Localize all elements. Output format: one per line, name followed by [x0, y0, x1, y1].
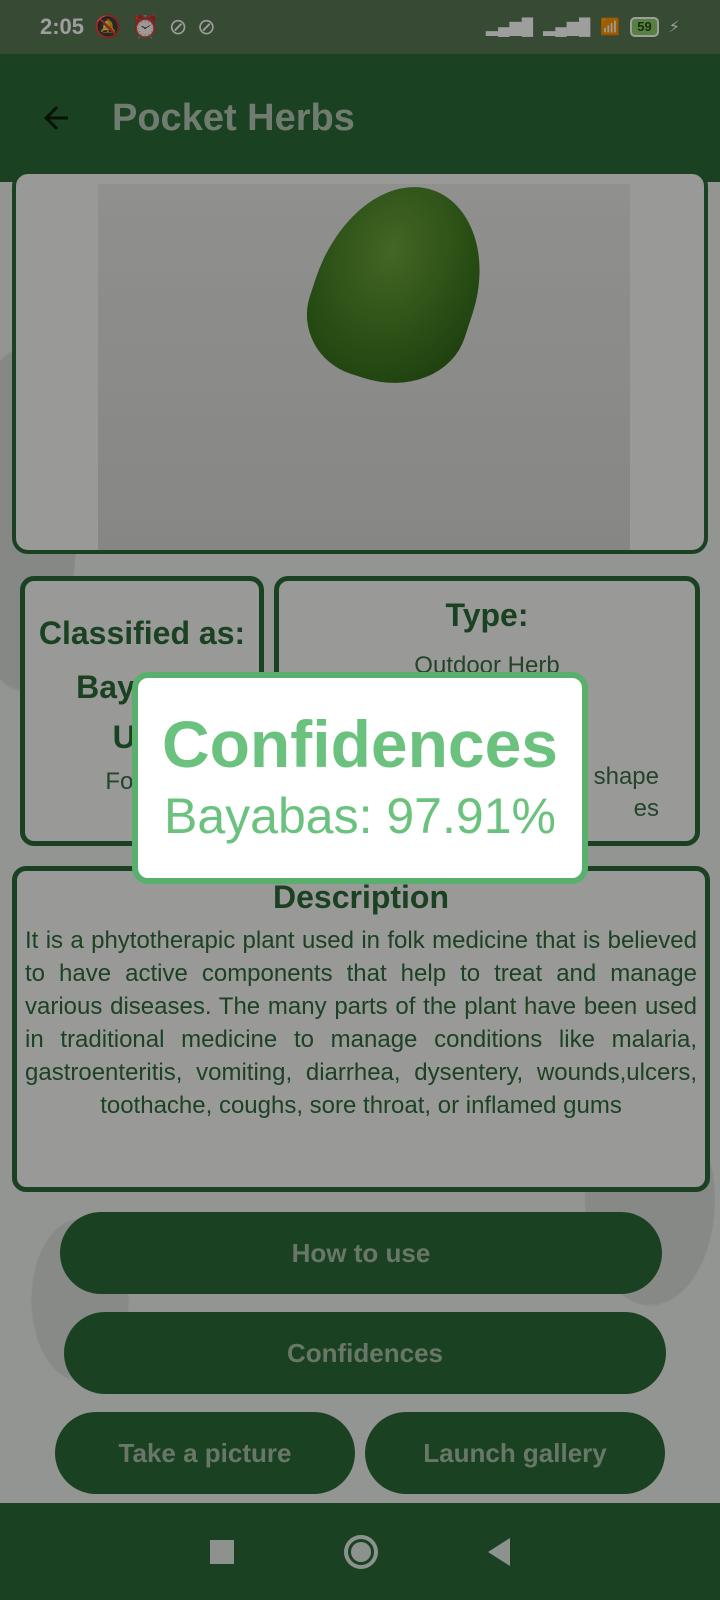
dialog-title: Confidences: [161, 707, 559, 781]
confidence-result: Bayabas: 97.91%: [164, 788, 556, 844]
confidences-dialog: Confidences Bayabas: 97.91%: [132, 672, 588, 884]
